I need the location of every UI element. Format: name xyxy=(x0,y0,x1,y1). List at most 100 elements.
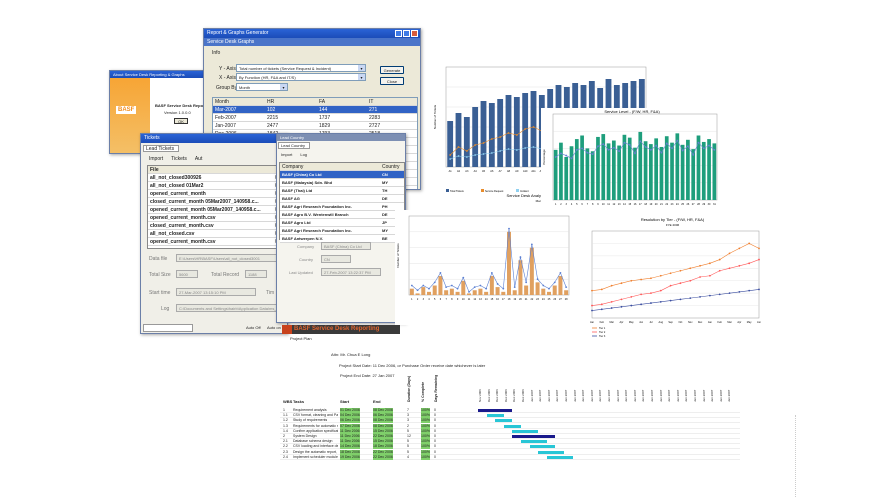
column-header[interactable]: Company xyxy=(280,163,380,170)
data-point xyxy=(639,140,642,143)
table-cell: 102 xyxy=(267,107,276,113)
data-point xyxy=(692,153,695,156)
list-item[interactable]: opened_current_month.csv0 xyxy=(148,238,284,246)
bar xyxy=(585,148,590,200)
tick-label: Aug xyxy=(659,321,664,324)
menu-item[interactable]: Log xyxy=(300,152,307,157)
about-title: About Service Desk Reporting & Graphs xyxy=(113,72,185,77)
list-item[interactable]: opened_current_month0 xyxy=(148,190,284,198)
table-row[interactable]: BASF (Thai) Ltd TH xyxy=(280,187,404,195)
minimize-icon[interactable] xyxy=(395,30,402,37)
legend-swatch xyxy=(481,189,484,192)
tick-label: Mar xyxy=(727,321,731,324)
bar xyxy=(558,276,563,295)
list-item[interactable]: all_not_closed.csv0 xyxy=(148,230,284,238)
maximize-icon[interactable] xyxy=(403,30,410,37)
data-point xyxy=(649,148,652,151)
table-row[interactable]: BASF (Malaysia) Sdn. Bhd MY xyxy=(280,179,404,187)
bar xyxy=(421,287,426,295)
close-button[interactable]: Close xyxy=(380,77,404,85)
list-item[interactable]: closed_current_month.csv0 xyxy=(148,222,284,230)
table-row[interactable]: BASF Agri Research Foundation Inc. PH xyxy=(280,203,404,211)
data-point xyxy=(450,284,453,287)
bar xyxy=(449,288,454,295)
table-row[interactable]: BASF Agro B.V. Wentenwill Branch DE xyxy=(280,211,404,219)
project-plan-table: WBS Tasks Start End Duration (Days) % Complet… xyxy=(280,372,740,462)
list-item[interactable]: all_not_closed3009260 xyxy=(148,174,284,182)
about-ok-button[interactable]: OK xyxy=(174,118,188,124)
table-row[interactable]: BASF Agri Research Foundation Inc. MY xyxy=(280,227,404,235)
data-point xyxy=(465,156,468,158)
table-row[interactable]: Mar-2007 102 144 271 xyxy=(213,106,417,114)
total-size-field[interactable]: 5600 xyxy=(176,270,198,278)
table-row[interactable]: BASF Agro Ltd JP xyxy=(280,219,404,227)
auto-off-button[interactable]: Auto Off xyxy=(246,325,261,330)
table-cell: 0 xyxy=(434,454,436,459)
menu-item[interactable]: Tickets xyxy=(171,156,187,162)
data-point xyxy=(610,300,613,303)
column-header[interactable]: FA xyxy=(317,98,367,105)
table-row[interactable]: Jan-2007 2477 1829 2727 xyxy=(213,122,417,130)
bar xyxy=(461,280,466,295)
legend-swatch xyxy=(516,189,519,192)
group-by-select[interactable]: Month ▾ xyxy=(236,83,288,91)
data-file-field[interactable]: E:\Users\HR\BASF\Users\all_not_closed300… xyxy=(176,254,286,262)
data-point xyxy=(669,272,672,275)
table-cell: CN xyxy=(382,172,388,177)
generate-button[interactable]: Generate xyxy=(380,66,404,74)
data-point xyxy=(586,151,589,154)
data-point xyxy=(699,295,701,298)
bar xyxy=(478,288,483,295)
country-field[interactable]: CN xyxy=(321,255,351,263)
tab-lead-tickets[interactable]: Lead Tickets xyxy=(143,145,179,152)
column-header[interactable]: Country xyxy=(380,163,404,170)
data-point xyxy=(449,154,452,156)
table-row[interactable]: Feb-2007 2215 1737 2283 xyxy=(213,114,417,122)
start-time-field[interactable]: 27-Mar-2007 13:15:10 PM xyxy=(176,288,256,296)
data-point xyxy=(689,297,692,300)
data-point xyxy=(581,147,583,150)
list-item[interactable]: opened_current_month 05Mar2007_140958.c.… xyxy=(148,206,284,214)
y-axis-select[interactable]: Total number of tickets (Service Request… xyxy=(236,64,366,72)
tab-lead-country[interactable]: Lead Country xyxy=(278,142,310,149)
list-item[interactable]: closed_current_month 05Mar2007_140958.c.… xyxy=(148,198,284,206)
company-field[interactable]: BASF (China) Co Ltd xyxy=(321,242,371,250)
gantt-bar xyxy=(521,440,547,444)
bar xyxy=(611,140,616,200)
chevron-down-icon[interactable]: ▾ xyxy=(358,65,365,71)
data-point xyxy=(620,282,623,285)
data-point xyxy=(524,128,527,130)
tick-label: Apr xyxy=(620,321,624,324)
list-item[interactable]: opened_current_month.csv0 xyxy=(148,214,284,222)
data-point xyxy=(542,284,545,287)
log-field[interactable]: C:\Documents and Settings\hairb\Applicat… xyxy=(176,304,286,312)
last-updated-field[interactable]: 27-Feb-2007 13:22:37 PM xyxy=(321,268,381,276)
table-row[interactable]: BASF (China) Co Ltd CN xyxy=(280,171,404,179)
menu-item[interactable]: Aut xyxy=(195,156,203,162)
list-item[interactable]: all_not_closed 01Mar20 xyxy=(148,182,284,190)
data-point xyxy=(560,152,562,155)
table-row[interactable]: BASF AG DE xyxy=(280,195,404,203)
column-header[interactable]: Month xyxy=(213,98,265,105)
x-axis-select[interactable]: By Function (HR, F&A and IT/S) ▾ xyxy=(236,73,366,81)
table-cell: 271 xyxy=(369,107,378,113)
gantt-date-header: Jan 2007 xyxy=(564,389,568,402)
column-header[interactable]: File xyxy=(148,166,278,173)
end-time-label: Tim xyxy=(266,290,275,296)
total-record-field[interactable]: 1188 xyxy=(245,270,267,278)
column-header[interactable]: IT xyxy=(367,98,417,105)
bar xyxy=(432,285,437,295)
chevron-down-icon[interactable]: ▾ xyxy=(280,84,287,90)
chart-title: Service Level - (F/W, HR, F&A) xyxy=(604,109,660,114)
chevron-down-icon[interactable]: ▾ xyxy=(358,74,365,80)
auto-on-button[interactable]: Auto on xyxy=(267,325,281,330)
table-row[interactable]: 2.4 Implement scheduler module 19 Dec 2006… xyxy=(280,454,740,460)
menu-item[interactable]: Import xyxy=(149,156,163,162)
scrollbar-track[interactable] xyxy=(795,415,797,497)
column-header[interactable]: HR xyxy=(265,98,317,105)
menu-item[interactable]: Import xyxy=(281,152,292,157)
y-axis-label: Y - Axis xyxy=(219,66,236,72)
close-icon[interactable] xyxy=(411,30,418,37)
data-point xyxy=(515,149,518,151)
table-cell: BASF Antwerpen N.V. xyxy=(282,236,324,241)
